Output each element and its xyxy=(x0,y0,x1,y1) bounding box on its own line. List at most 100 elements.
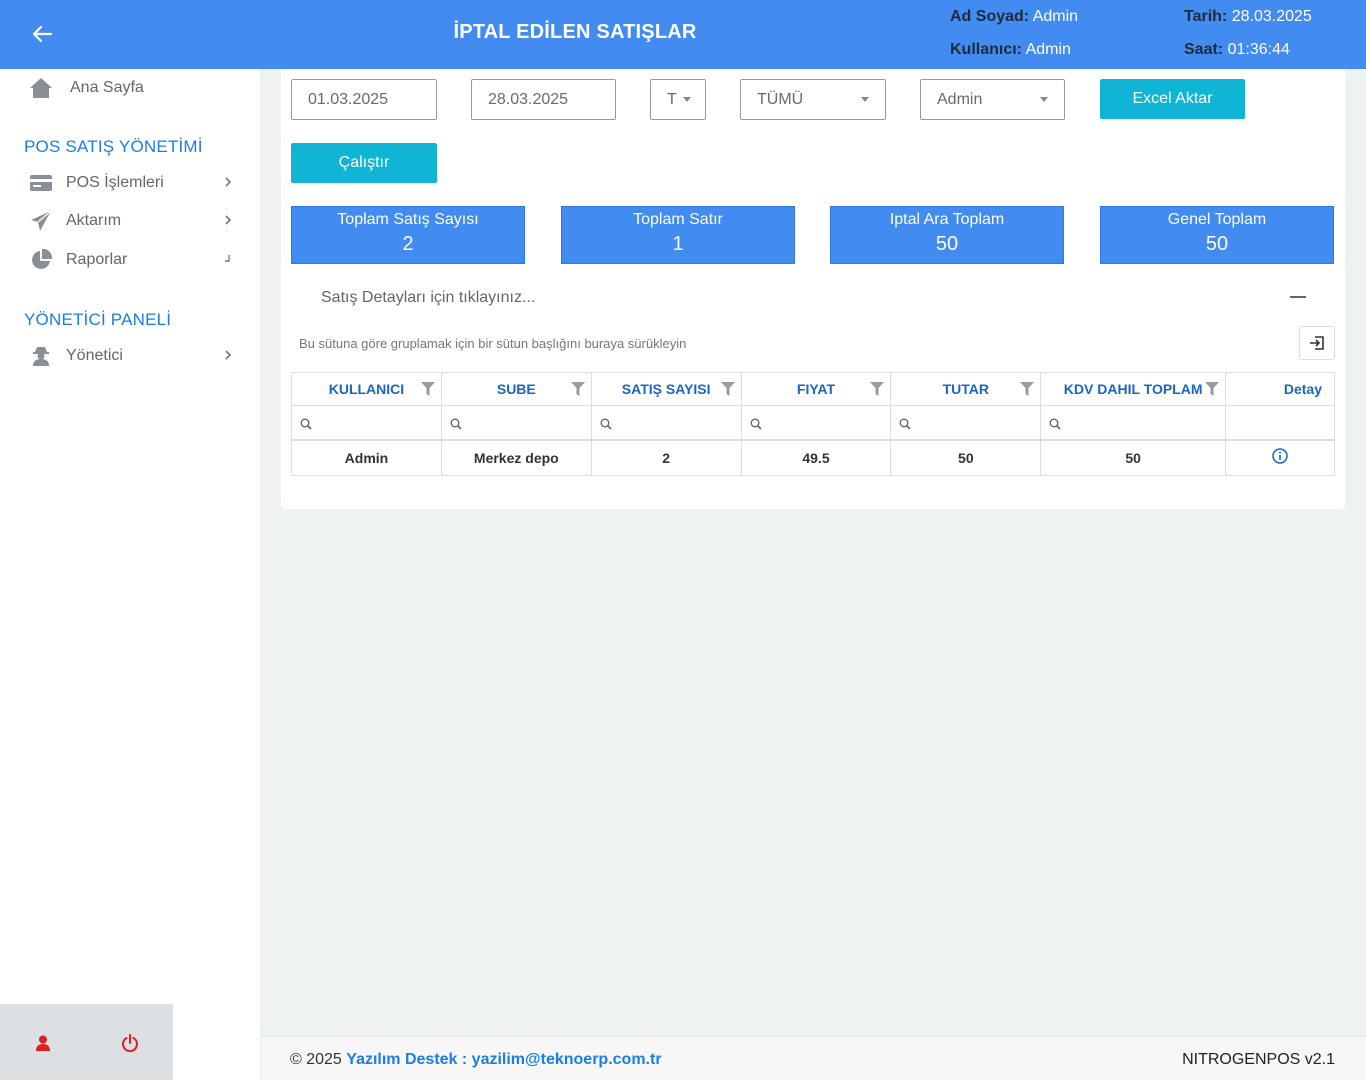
credit-card-icon xyxy=(28,170,54,196)
data-grid: KULLANICI SUBE SATIŞ SAYISI FIYAT TUTAR … xyxy=(291,372,1335,476)
sidebar-item-label: Yönetici xyxy=(66,347,123,364)
search-icon xyxy=(750,417,762,433)
copyright-text: © 2025 xyxy=(290,1051,347,1068)
filter-cell-empty xyxy=(1225,405,1335,441)
home-icon xyxy=(28,75,54,101)
filter-cell[interactable] xyxy=(291,405,442,441)
column-header-fiyat[interactable]: FIYAT xyxy=(740,372,892,406)
app-version: NITROGENPOS v2.1 xyxy=(1182,1051,1335,1068)
caret-down-icon xyxy=(861,97,869,102)
ad-soyad-label: Ad Soyad: xyxy=(950,8,1030,25)
cell-satis-sayisi: 2 xyxy=(590,439,742,476)
chevron-right-icon xyxy=(224,348,232,366)
cell-kullanici: Admin xyxy=(291,439,442,476)
sidebar: Ana Sayfa POS SATIŞ YÖNETİMİ POS İşlemle… xyxy=(0,69,260,1080)
cell-fiyat: 49.5 xyxy=(740,439,892,476)
top-header: İPTAL EDİLEN SATIŞLAR Ad Soyad: Admin Ku… xyxy=(0,0,1366,69)
time-info: Saat: 01:36:44 xyxy=(1184,41,1290,59)
sidebar-item-home[interactable]: Ana Sayfa xyxy=(28,74,238,102)
table-row: Admin Merkez depo 2 49.5 50 50 xyxy=(291,439,1335,476)
user-icon[interactable] xyxy=(31,1031,55,1055)
filter-row xyxy=(291,405,1335,441)
stat-total-sales: Toplam Satış Sayısı 2 xyxy=(291,206,525,264)
sidebar-item-label: Ana Sayfa xyxy=(70,79,144,96)
cell-sube: Merkez depo xyxy=(440,439,592,476)
sidebar-item-label: Aktarım xyxy=(66,212,122,229)
filter-cell[interactable] xyxy=(440,405,592,441)
saat-label: Saat: xyxy=(1184,41,1224,58)
chevron-down-icon xyxy=(222,252,232,270)
column-header-tutar[interactable]: TUTAR xyxy=(890,372,1042,406)
username-info: Kullanıcı: Admin xyxy=(950,41,1071,59)
column-header-detay: Detay xyxy=(1225,372,1335,406)
page-footer: © 2025 Yazılım Destek : yazilim@teknoerp… xyxy=(261,1036,1366,1080)
section-title-admin: YÖNETİCİ PANELİ xyxy=(24,310,172,329)
stat-value: 50 xyxy=(935,233,959,255)
sidebar-footer xyxy=(0,1004,173,1080)
excel-export-button[interactable]: Excel Aktar xyxy=(1100,79,1245,119)
user-fullname-info: Ad Soyad: Admin xyxy=(950,8,1078,26)
search-icon xyxy=(450,417,462,433)
sidebar-item-label: POS İşlemleri xyxy=(66,174,164,191)
stat-label: Genel Toplam xyxy=(1167,211,1267,228)
column-header-label: FIYAT xyxy=(796,381,836,397)
stat-label: Toplam Satır xyxy=(633,211,723,228)
caret-down-icon xyxy=(1040,97,1048,102)
kullanici-value: Admin xyxy=(1025,41,1071,58)
end-date-input[interactable]: 28.03.2025 xyxy=(471,79,616,120)
power-icon[interactable] xyxy=(118,1031,142,1055)
date-info: Tarih: 28.03.2025 xyxy=(1184,8,1312,26)
column-header-label: Detay xyxy=(1283,381,1322,397)
filter-icon[interactable] xyxy=(1205,382,1220,399)
stat-value: 1 xyxy=(672,233,684,255)
small-select[interactable]: T xyxy=(650,79,706,120)
sidebar-item-pos-islemleri[interactable]: POS İşlemleri xyxy=(28,169,238,197)
user-select[interactable]: Admin xyxy=(920,79,1065,120)
paper-plane-icon xyxy=(28,208,54,234)
tarih-label: Tarih: xyxy=(1184,8,1228,25)
collapse-minus-icon[interactable] xyxy=(1290,296,1306,298)
column-header-label: SUBE xyxy=(496,381,536,397)
stat-value: 50 xyxy=(1205,233,1229,255)
group-panel-hint[interactable]: Bu sütuna göre gruplamak için bir sütun … xyxy=(299,336,686,351)
support-link[interactable]: Yazılım Destek : yazilim@teknoerp.com.tr xyxy=(346,1051,661,1068)
column-header-label: KULLANICI xyxy=(328,381,405,397)
search-icon xyxy=(899,417,911,433)
main-card: 01.03.2025 28.03.2025 T TÜMÜ Admin Excel… xyxy=(281,69,1345,509)
stat-value: 2 xyxy=(402,233,414,255)
filter-icon[interactable] xyxy=(570,382,585,399)
filter-cell[interactable] xyxy=(740,405,892,441)
type-select[interactable]: TÜMÜ xyxy=(740,79,886,120)
sidebar-item-yonetici[interactable]: Yönetici xyxy=(28,342,238,370)
stat-grand-total: Genel Toplam 50 xyxy=(1100,206,1334,264)
column-header-kullanici[interactable]: KULLANICI xyxy=(291,372,442,406)
sidebar-item-raporlar[interactable]: Raporlar xyxy=(28,246,238,274)
column-header-kdv-dahil-toplam[interactable]: KDV DAHIL TOPLAM xyxy=(1040,372,1227,406)
footer-copyright: © 2025 Yazılım Destek : yazilim@teknoerp… xyxy=(290,1051,662,1069)
filter-icon[interactable] xyxy=(1020,382,1035,399)
filter-cell[interactable] xyxy=(590,405,742,441)
run-button[interactable]: Çalıştır xyxy=(291,143,437,183)
tarih-value: 28.03.2025 xyxy=(1231,8,1312,25)
column-header-sube[interactable]: SUBE xyxy=(440,372,592,406)
filter-icon[interactable] xyxy=(720,382,735,399)
filter-icon[interactable] xyxy=(420,382,435,399)
sales-details-toggle[interactable]: Satış Detayları için tıklayınız... xyxy=(321,289,535,307)
chevron-right-icon xyxy=(224,213,232,231)
user-select-value: Admin xyxy=(937,90,983,108)
search-icon xyxy=(1049,417,1061,433)
filter-cell[interactable] xyxy=(1040,405,1227,441)
small-select-value: T xyxy=(667,90,677,108)
sidebar-item-aktarim[interactable]: Aktarım xyxy=(28,207,238,235)
column-header-label: TUTAR xyxy=(942,381,990,397)
stat-cancel-subtotal: Iptal Ara Toplam 50 xyxy=(830,206,1064,264)
stat-label: Toplam Satış Sayısı xyxy=(337,211,479,228)
start-date-input[interactable]: 01.03.2025 xyxy=(291,79,437,120)
ad-soyad-value: Admin xyxy=(1032,8,1079,25)
column-header-label: SATIŞ SAYISI xyxy=(621,381,711,397)
column-header-satis-sayisi[interactable]: SATIŞ SAYISI xyxy=(590,372,742,406)
export-icon[interactable] xyxy=(1299,326,1335,360)
filter-icon[interactable] xyxy=(870,382,885,399)
info-icon[interactable] xyxy=(1272,448,1288,467)
filter-cell[interactable] xyxy=(890,405,1042,441)
